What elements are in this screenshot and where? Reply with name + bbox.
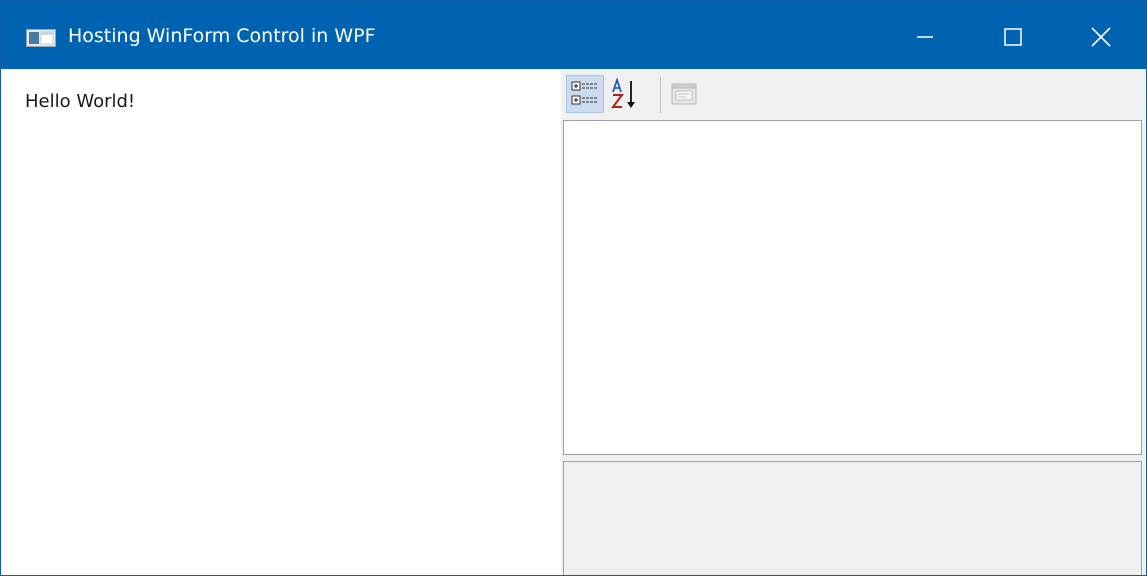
window-title: Hosting WinForm Control in WPF <box>68 25 376 47</box>
categorized-button[interactable] <box>566 75 604 113</box>
property-grid-toolbar <box>561 69 1146 117</box>
maximize-button[interactable] <box>969 1 1057 69</box>
client-area: Hello World! <box>1 69 1146 575</box>
toolbar-separator <box>660 77 661 113</box>
hello-label: Hello World! <box>25 91 136 112</box>
property-grid <box>561 69 1146 575</box>
window-app-icon <box>26 29 56 47</box>
maximize-icon <box>1004 28 1022 46</box>
title-bar[interactable]: Hosting WinForm Control in WPF <box>1 1 1146 69</box>
property-pages-button[interactable] <box>667 75 705 113</box>
categorized-icon <box>571 81 597 105</box>
minimize-button[interactable] <box>881 1 969 69</box>
alphabetical-button[interactable] <box>607 75 645 113</box>
app-window: Hosting WinForm Control in WPF Hello Wor… <box>0 0 1147 576</box>
alphabetical-sort-icon <box>611 77 635 108</box>
property-grid-help-pane <box>563 461 1142 575</box>
close-button[interactable] <box>1057 1 1145 69</box>
property-pages-icon <box>671 83 697 105</box>
minimize-icon <box>917 36 933 38</box>
close-icon <box>1091 27 1111 47</box>
property-grid-list[interactable] <box>563 120 1142 455</box>
